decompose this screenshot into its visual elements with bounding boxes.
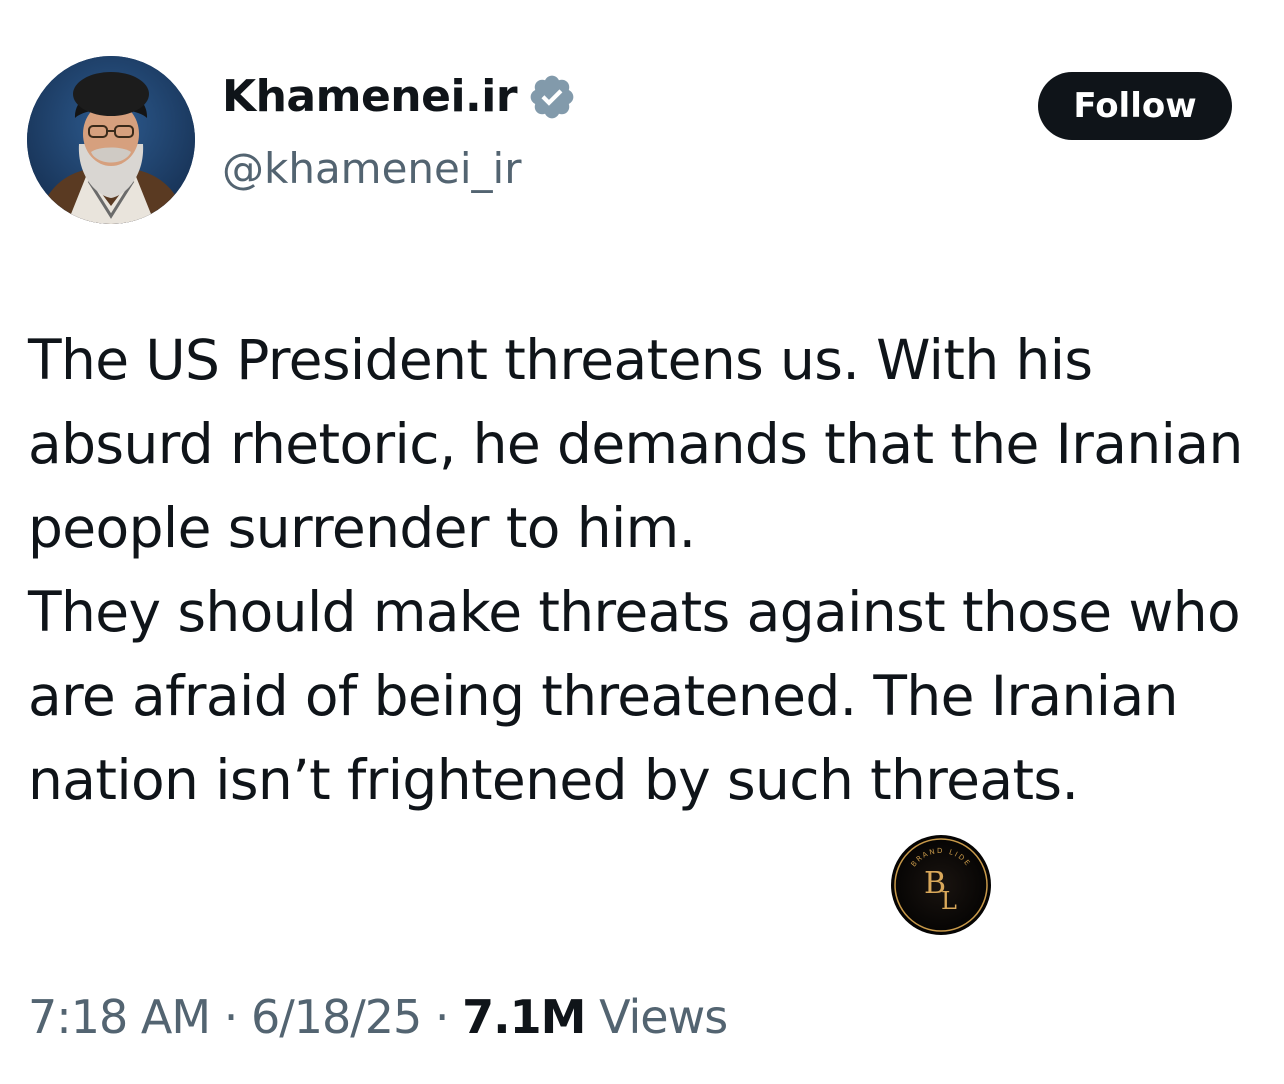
- tweet-date[interactable]: 6/18/25: [251, 990, 422, 1044]
- profile-photo: [27, 56, 195, 224]
- views-count[interactable]: 7.1M: [462, 990, 586, 1044]
- watermark-icon: BRAND LIDE B L: [891, 835, 991, 935]
- follow-button[interactable]: Follow: [1038, 72, 1232, 140]
- tweet-paragraph: They should make threats against those w…: [28, 580, 1241, 812]
- watermark-logo: BRAND LIDE B L: [889, 833, 993, 937]
- user-handle[interactable]: @khamenei_ir: [222, 145, 522, 192]
- display-name-row[interactable]: Khamenei.ir: [222, 72, 577, 122]
- views-label[interactable]: Views: [599, 990, 728, 1044]
- watermark-letter-l: L: [941, 887, 957, 915]
- tweet-time[interactable]: 7:18 AM: [28, 990, 211, 1044]
- tweet-paragraph: The US President threatens us. With his …: [28, 328, 1243, 560]
- avatar[interactable]: [27, 56, 195, 224]
- verified-badge-icon[interactable]: [527, 72, 577, 122]
- separator: ·: [223, 990, 239, 1044]
- separator: ·: [434, 990, 450, 1044]
- display-name[interactable]: Khamenei.ir: [222, 72, 518, 121]
- tweet-meta: 7:18 AM · 6/18/25 · 7.1M Views: [28, 990, 728, 1045]
- tweet-text: The US President threatens us. With his …: [28, 318, 1258, 822]
